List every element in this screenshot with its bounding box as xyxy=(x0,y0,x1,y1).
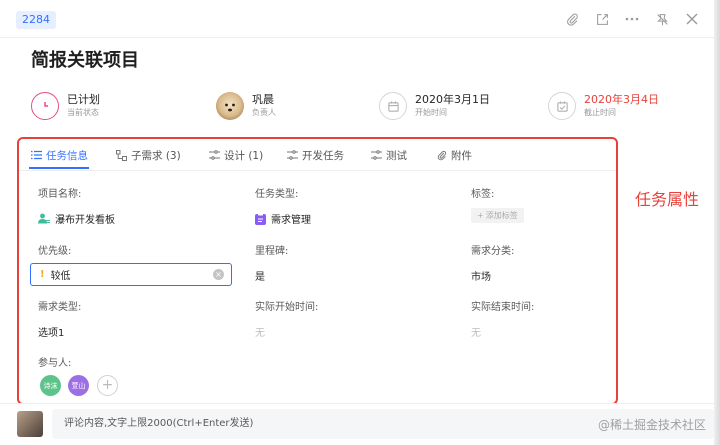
participant-avatar[interactable]: 萱山 xyxy=(68,375,89,396)
due-date-label: 截止时间 xyxy=(584,108,616,117)
actual-end-label: 实际结束时间: xyxy=(471,302,535,313)
add-tag-button[interactable]: + 添加标签 xyxy=(471,208,524,223)
watermark: @稀土掘金技术社区 xyxy=(597,418,706,432)
tab-testing[interactable]: 测试 xyxy=(371,147,407,163)
owner-label: 负责人 xyxy=(252,108,276,117)
project-name-value[interactable]: 瀑布开发看板 xyxy=(38,211,115,226)
req-category-value[interactable]: 市场 xyxy=(471,268,491,283)
annotation-label: 任务属性 xyxy=(635,190,700,209)
task-type-value[interactable]: 需求管理 xyxy=(255,211,311,226)
id-badge: 2284 xyxy=(16,11,56,29)
top-bar: 2284 xyxy=(0,0,714,38)
task-attributes-panel: 任务信息 子需求 (3) 设计 (1) 开发任务 测试 附件 项目名称: 瀑布开… xyxy=(17,137,618,405)
tab-dev-tasks[interactable]: 开发任务 xyxy=(287,147,344,163)
avatar xyxy=(216,92,244,120)
paperclip-icon[interactable] xyxy=(564,11,580,27)
start-date-value: 2020年3月1日 xyxy=(415,93,490,106)
req-type-label: 需求类型: xyxy=(38,302,82,313)
actual-end-value[interactable]: 无 xyxy=(471,324,481,339)
tab-bar: 任务信息 子需求 (3) 设计 (1) 开发任务 测试 附件 xyxy=(19,139,616,171)
test-icon xyxy=(371,150,382,160)
close-icon[interactable] xyxy=(684,11,700,27)
priority-select[interactable]: ! 较低 × xyxy=(30,263,232,286)
participant-avatar[interactable]: 诗沫 xyxy=(40,375,61,396)
task-type-label: 任务类型: xyxy=(255,189,299,200)
priority-warning-icon: ! xyxy=(40,269,45,280)
project-name-label: 项目名称: xyxy=(38,189,82,200)
calendar-check-icon xyxy=(548,92,576,120)
more-icon[interactable] xyxy=(624,11,640,27)
priority-label: 优先级: xyxy=(38,246,72,257)
due-date-value: 2020年3月4日 xyxy=(584,93,659,106)
calendar-icon xyxy=(379,92,407,120)
milestone-label: 里程碑: xyxy=(255,246,289,257)
status-label: 当前状态 xyxy=(67,108,99,117)
plus-icon: + xyxy=(477,211,484,220)
active-tab-indicator xyxy=(29,167,89,169)
req-type-value[interactable]: 选项1 xyxy=(38,324,64,339)
avatar xyxy=(17,411,43,437)
tab-task-info[interactable]: 任务信息 xyxy=(31,147,88,163)
tab-attachments[interactable]: 附件 xyxy=(437,147,472,163)
add-participant-button[interactable]: + xyxy=(97,375,118,396)
status-current[interactable]: 已计划 当前状态 xyxy=(31,90,100,122)
tags-label: 标签: xyxy=(471,189,495,200)
attachment-icon xyxy=(437,150,447,161)
clipboard-icon xyxy=(255,212,266,225)
milestone-value[interactable]: 是 xyxy=(255,268,265,283)
req-category-label: 需求分类: xyxy=(471,246,515,257)
unpin-icon[interactable] xyxy=(654,11,670,27)
top-actions xyxy=(564,11,700,27)
participants-label: 参与人: xyxy=(38,358,72,369)
subtask-icon xyxy=(116,149,127,161)
owner-name: 巩晨 xyxy=(252,93,274,106)
design-icon xyxy=(209,150,220,160)
page-title: 简报关联项目 xyxy=(31,50,139,71)
open-external-icon[interactable] xyxy=(594,11,610,27)
status-start-date[interactable]: 2020年3月1日 开始时间 xyxy=(379,90,490,122)
status-value: 已计划 xyxy=(67,93,100,106)
actual-start-label: 实际开始时间: xyxy=(255,302,319,313)
project-user-icon xyxy=(38,213,50,224)
list-icon xyxy=(31,150,42,160)
clear-icon[interactable]: × xyxy=(213,269,224,280)
tab-design[interactable]: 设计 (1) xyxy=(209,147,263,163)
clock-icon xyxy=(31,92,59,120)
status-due-date[interactable]: 2020年3月4日 截止时间 xyxy=(548,90,659,122)
start-date-label: 开始时间 xyxy=(415,108,447,117)
dev-icon xyxy=(287,150,298,160)
status-owner[interactable]: 巩晨 负责人 xyxy=(216,90,276,122)
tab-sub-requirements[interactable]: 子需求 (3) xyxy=(116,147,181,163)
window-edge xyxy=(714,0,720,445)
comment-bar: 评论内容,文字上限2000(Ctrl+Enter发送) @稀土掘金技术社区 xyxy=(0,403,714,445)
actual-start-value[interactable]: 无 xyxy=(255,324,265,339)
